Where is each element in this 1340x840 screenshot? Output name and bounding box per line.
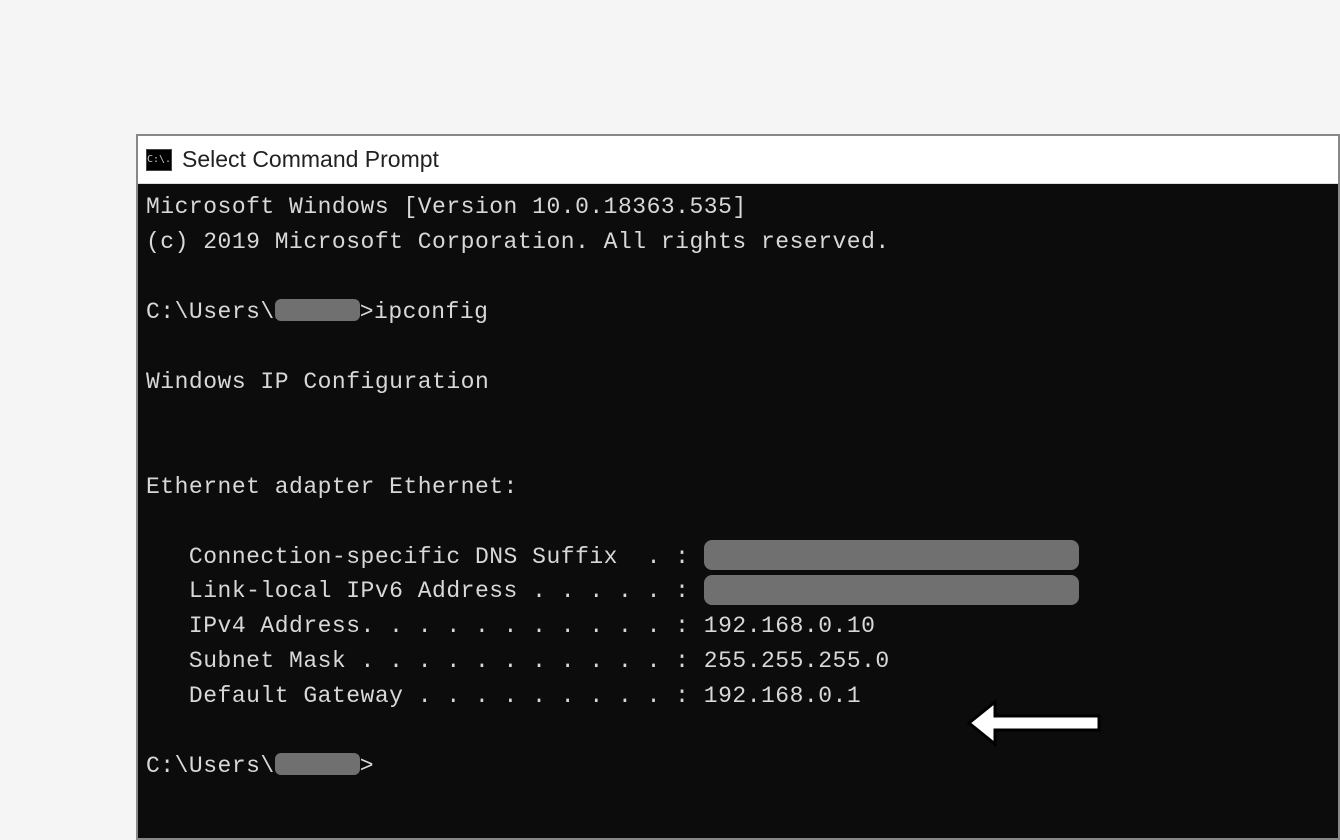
terminal-output[interactable]: Microsoft Windows [Version 10.0.18363.53… <box>138 184 1338 838</box>
ipv6-label: Link-local IPv6 Address . . . . . : <box>146 578 704 604</box>
subnet-value: 255.255.255.0 <box>704 648 890 674</box>
redacted-username <box>275 299 360 321</box>
adapter-header: Ethernet adapter Ethernet: <box>146 474 518 500</box>
gateway-label: Default Gateway . . . . . . . . . : <box>146 683 704 709</box>
cmd-icon: C:\. <box>146 149 172 171</box>
titlebar[interactable]: C:\. Select Command Prompt <box>138 136 1338 184</box>
command-text: ipconfig <box>374 299 488 325</box>
ipv4-label: IPv4 Address. . . . . . . . . . . : <box>146 613 704 639</box>
prompt-suffix-2: > <box>360 753 374 779</box>
redacted-username-2 <box>275 753 360 775</box>
ipv4-value: 192.168.0.10 <box>704 613 876 639</box>
prompt-prefix-2: C:\Users\ <box>146 753 275 779</box>
redacted-dns-suffix <box>704 540 1079 570</box>
dns-suffix-label: Connection-specific DNS Suffix . : <box>146 544 704 570</box>
prompt-suffix: > <box>360 299 374 325</box>
subnet-label: Subnet Mask . . . . . . . . . . . : <box>146 648 704 674</box>
version-line: Microsoft Windows [Version 10.0.18363.53… <box>146 194 747 220</box>
command-prompt-window: C:\. Select Command Prompt Microsoft Win… <box>136 134 1340 840</box>
redacted-ipv6 <box>704 575 1079 605</box>
window-title: Select Command Prompt <box>182 146 439 173</box>
gateway-value: 192.168.0.1 <box>704 683 861 709</box>
copyright-line: (c) 2019 Microsoft Corporation. All righ… <box>146 229 890 255</box>
prompt-prefix: C:\Users\ <box>146 299 275 325</box>
config-header: Windows IP Configuration <box>146 369 489 395</box>
